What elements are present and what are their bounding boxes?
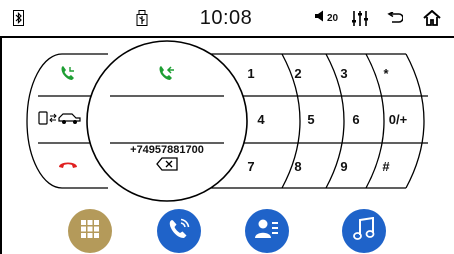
app-menu-button[interactable]	[68, 209, 112, 253]
phone-outgoing-icon	[158, 65, 176, 86]
key-star[interactable]: *	[366, 62, 406, 86]
phone-car-transfer-icon	[38, 110, 86, 130]
volume-level: 20	[326, 12, 339, 24]
key-4[interactable]: 4	[241, 108, 281, 132]
key-9[interactable]: 9	[324, 155, 364, 179]
backspace-icon	[156, 156, 178, 176]
app-grid-icon	[81, 219, 99, 243]
transfer-audio-button[interactable]	[34, 104, 90, 136]
music-button[interactable]	[342, 209, 386, 253]
usb-icon	[135, 8, 149, 28]
key-0-plus[interactable]: 0/+	[378, 108, 418, 132]
dialer-panel: +74957881700 1 2 3 * 4 5 6 0/+ 7 8 9 #	[0, 38, 454, 204]
phone-button[interactable]	[157, 209, 201, 253]
key-1[interactable]: 1	[231, 62, 271, 86]
hang-up-button[interactable]	[48, 148, 88, 182]
back-arrow-icon[interactable]	[386, 8, 404, 28]
contacts-icon	[255, 218, 279, 245]
key-6[interactable]: 6	[336, 108, 376, 132]
phone-answer-icon	[60, 65, 76, 86]
key-2[interactable]: 2	[278, 62, 318, 86]
answer-call-button[interactable]	[48, 58, 88, 92]
volume-indicator[interactable]: 20	[308, 8, 344, 28]
key-8[interactable]: 8	[278, 155, 318, 179]
backspace-button[interactable]	[150, 152, 184, 180]
phone-calls-icon	[167, 217, 191, 246]
key-3[interactable]: 3	[324, 62, 364, 86]
bluetooth-icon	[12, 8, 24, 28]
home-icon[interactable]	[422, 8, 442, 28]
music-note-icon	[353, 216, 375, 246]
key-hash[interactable]: #	[366, 155, 406, 179]
recent-call-button[interactable]	[152, 60, 182, 90]
contacts-button[interactable]	[245, 209, 289, 253]
phone-hangup-icon	[58, 156, 78, 174]
key-5[interactable]: 5	[291, 108, 331, 132]
status-bar: 10:08 20	[0, 0, 454, 38]
speaker-icon	[314, 9, 326, 27]
equalizer-icon[interactable]	[351, 8, 369, 28]
key-7[interactable]: 7	[231, 155, 271, 179]
clock: 10:08	[199, 6, 253, 29]
